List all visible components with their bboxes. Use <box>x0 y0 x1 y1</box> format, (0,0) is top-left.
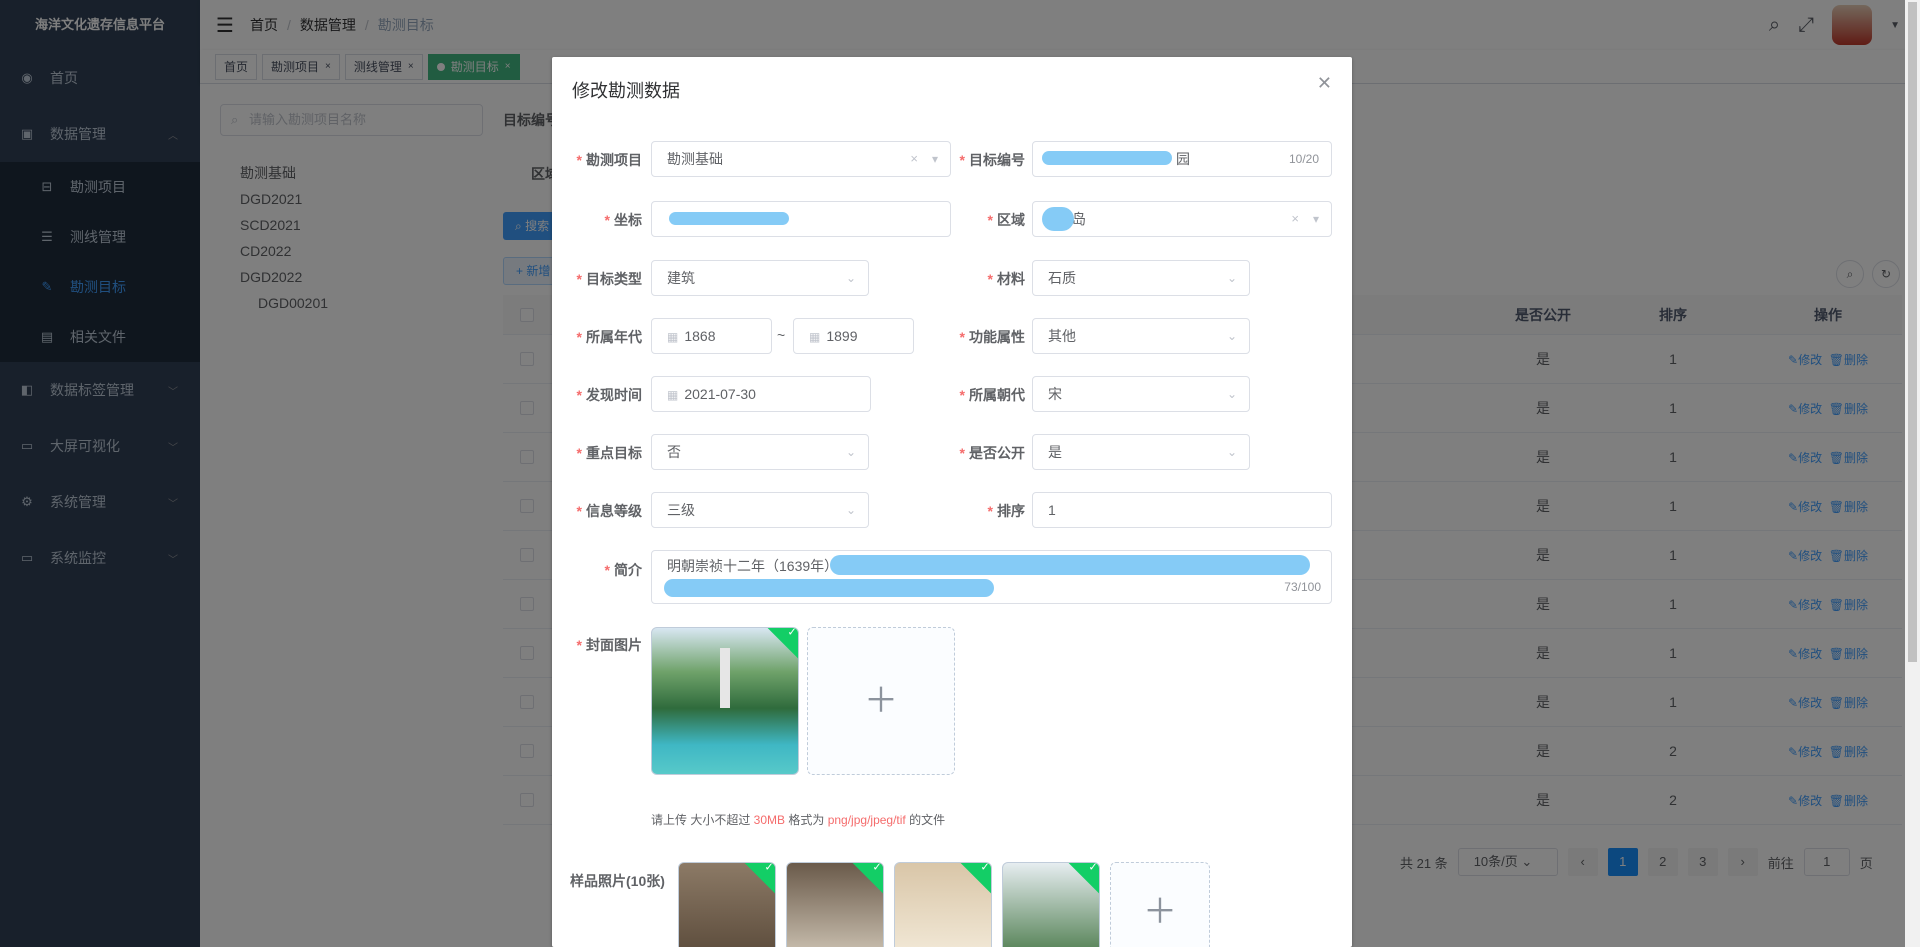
chevron-down-icon: ⌄ <box>845 271 856 285</box>
is-public-select[interactable]: 是 ⌄ <box>1032 434 1250 470</box>
label-intro: * 简介 <box>604 562 642 578</box>
sample-image[interactable]: ✓ <box>786 862 884 947</box>
label-samples: 样品照片(10张) <box>570 873 665 889</box>
sort-input[interactable]: 1 <box>1032 492 1332 528</box>
label-era: * 所属年代 <box>576 329 642 345</box>
chevron-down-icon: ⌄ <box>1226 387 1237 401</box>
upload-sample-button[interactable]: ＋ <box>1110 862 1210 947</box>
project-select[interactable]: 勘测基础 × ▾ <box>651 141 951 177</box>
sample-image[interactable]: ✓ <box>678 862 776 947</box>
label-found-time: * 发现时间 <box>576 387 642 403</box>
check-icon: ✓ <box>980 862 990 874</box>
found-time-picker[interactable]: ▦ 2021-07-30 <box>651 376 871 412</box>
label-dynasty: * 所属朝代 <box>959 387 1025 403</box>
dynasty-select[interactable]: 宋 ⌄ <box>1032 376 1250 412</box>
label-is-public: * 是否公开 <box>959 445 1025 461</box>
redaction-mark <box>664 579 994 597</box>
chevron-down-icon: ⌄ <box>845 503 856 517</box>
chevron-down-icon: ⌄ <box>1226 271 1237 285</box>
label-function: * 功能属性 <box>959 329 1025 345</box>
calendar-icon: ▦ <box>667 388 679 402</box>
calendar-icon: ▦ <box>667 330 679 344</box>
redaction-mark <box>669 212 789 225</box>
era-to-picker[interactable]: ▦ 1899 <box>793 318 914 354</box>
label-cover: * 封面图片 <box>576 637 642 653</box>
check-icon: ✓ <box>1088 862 1098 874</box>
redaction-mark <box>830 555 1310 575</box>
era-from-picker[interactable]: ▦ 1868 <box>651 318 772 354</box>
redaction-mark <box>1042 151 1172 165</box>
info-level-select[interactable]: 三级 ⌄ <box>651 492 869 528</box>
label-area: * 区域 <box>987 212 1025 228</box>
redaction-mark <box>1042 207 1074 231</box>
calendar-icon: ▦ <box>809 330 821 344</box>
plus-icon: ＋ <box>864 682 898 720</box>
label-material: * 材料 <box>987 271 1025 287</box>
label-info-level: * 信息等级 <box>576 503 642 519</box>
dialog-title: 修改勘测数据 <box>572 81 680 101</box>
sample-image[interactable]: ✓ <box>1002 862 1100 947</box>
check-icon: ✓ <box>787 627 797 639</box>
clear-icon[interactable]: × <box>910 142 918 176</box>
material-select[interactable]: 石质 ⌄ <box>1032 260 1250 296</box>
chevron-down-icon: ⌄ <box>1226 329 1237 343</box>
plus-icon: ＋ <box>1143 893 1177 931</box>
chevron-down-icon: ▾ <box>931 152 938 166</box>
function-select[interactable]: 其他 ⌄ <box>1032 318 1250 354</box>
edit-survey-dialog: 修改勘测数据 ✕ * 勘测项目 勘测基础 × ▾ * 目标编号 园 10/20 * 坐… <box>552 57 1352 947</box>
label-sort: * 排序 <box>987 503 1025 519</box>
chevron-down-icon: ⌄ <box>1226 445 1237 459</box>
label-target-type: * 目标类型 <box>576 271 642 287</box>
close-icon[interactable]: ✕ <box>1317 73 1332 94</box>
area-select[interactable]: 岛 × ▾ <box>1032 201 1332 237</box>
sample-image[interactable]: ✓ <box>894 862 992 947</box>
clear-icon[interactable]: × <box>1291 202 1299 236</box>
chevron-down-icon: ⌄ <box>845 445 856 459</box>
key-target-select[interactable]: 否 ⌄ <box>651 434 869 470</box>
cover-image[interactable]: ✓ <box>651 627 799 775</box>
char-count: 73/100 <box>1284 580 1321 594</box>
check-icon: ✓ <box>872 862 882 874</box>
label-target-no: * 目标编号 <box>959 152 1025 168</box>
label-coord: * 坐标 <box>604 212 642 228</box>
check-icon: ✓ <box>764 862 774 874</box>
upload-hint: 请上传 大小不超过 30MB 格式为 png/jpg/jpeg/tif 的文件 <box>651 813 946 827</box>
upload-cover-button[interactable]: ＋ <box>807 627 955 775</box>
char-count: 10/20 <box>1288 152 1319 166</box>
scrollbar[interactable] <box>1905 0 1920 947</box>
label-key-target: * 重点目标 <box>576 445 642 461</box>
chevron-down-icon: ▾ <box>1312 212 1319 226</box>
label-project: * 勘测项目 <box>576 152 642 168</box>
target-type-select[interactable]: 建筑 ⌄ <box>651 260 869 296</box>
